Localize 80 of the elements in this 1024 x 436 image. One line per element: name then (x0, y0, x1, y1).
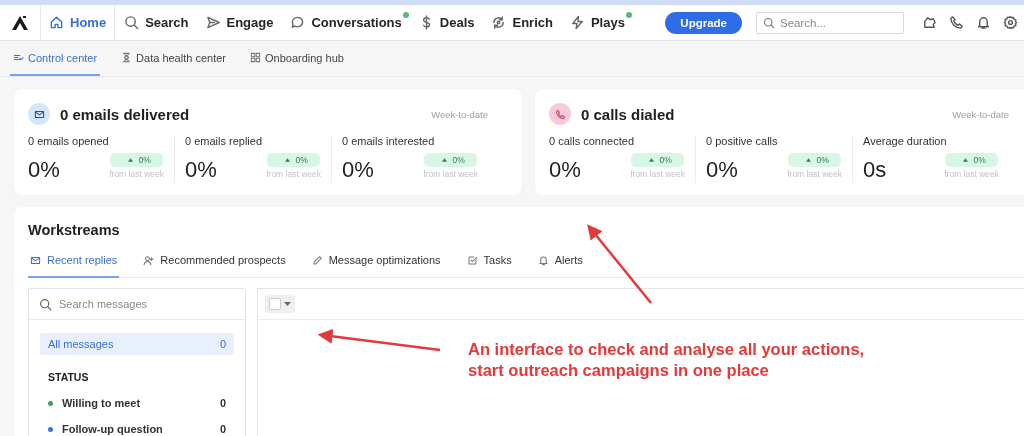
sub-tab[interactable]: Control center (10, 41, 101, 76)
mail-icon (33, 108, 45, 120)
sub-tab[interactable]: Data health center (118, 41, 229, 76)
bell-icon (537, 254, 549, 266)
annotation-text: An interface to check and analyse all your actions, (468, 339, 865, 360)
period-label: Week-to-date (952, 108, 1009, 120)
nav-tab[interactable]: Deals (410, 5, 483, 40)
section-heading: STATUS (48, 371, 90, 383)
notification-dot (625, 12, 632, 18)
workstream-tab[interactable]: Recent replies (28, 254, 120, 278)
metric-label: 0 emails interested (342, 135, 436, 147)
refresh-icon (491, 15, 507, 30)
change-badge: 0% (267, 153, 320, 167)
metric-label: 0 emails replied (185, 135, 264, 147)
logo-icon[interactable] (11, 14, 29, 31)
status-count: 0 (219, 397, 226, 409)
change-badge: 0% (110, 153, 163, 167)
nav-tab[interactable]: Engage (197, 5, 282, 40)
nav-tab[interactable]: Home (40, 5, 116, 40)
metric-label: 0 emails opened (28, 135, 110, 147)
period-label: Week-to-date (431, 108, 488, 120)
metric-label: 0 calls connected (549, 135, 635, 147)
bell-icon (976, 15, 991, 30)
workstream-tab[interactable]: Message optimizations (309, 254, 443, 278)
nav-tab[interactable]: Enrich (483, 5, 561, 40)
up-triangle-icon (442, 158, 448, 162)
status-count: 0 (219, 423, 226, 435)
metric-value: 0% (185, 157, 217, 183)
hourglass-icon (121, 52, 133, 63)
lightning-icon (569, 15, 585, 30)
select-all-dropdown[interactable] (265, 295, 295, 313)
up-triangle-icon (963, 158, 969, 162)
search-icon (124, 15, 140, 30)
home-icon (49, 15, 64, 30)
settings-icon (1003, 15, 1018, 30)
workstream-tab[interactable]: Tasks (464, 254, 514, 278)
nav-tab[interactable]: Search (116, 5, 197, 40)
mail-icon (30, 254, 41, 266)
change-badge: 0% (788, 153, 841, 167)
checkbox[interactable] (269, 298, 281, 310)
checkbox-icon (466, 254, 478, 266)
search-field[interactable]: Search... (756, 11, 904, 34)
card-title: 0 calls dialed (581, 105, 676, 123)
caret-icon (284, 302, 291, 306)
search-field[interactable]: Search messages (29, 289, 245, 320)
metric-label: Average duration (863, 135, 948, 147)
person-add-icon (143, 254, 155, 266)
upgrade-button[interactable]: Upgrade (665, 11, 742, 34)
status-label[interactable]: Follow-up question (62, 423, 220, 435)
grid-icon (250, 52, 261, 63)
workstream-tab[interactable]: Recommended prospects (141, 254, 288, 278)
change-badge: 0% (945, 153, 998, 167)
list-icon (13, 52, 24, 63)
metric-value: 0s (863, 157, 887, 183)
pencil-icon (311, 254, 323, 266)
section-title: Workstreams (28, 222, 120, 238)
phone-icon (949, 15, 964, 30)
up-triangle-icon (649, 158, 655, 162)
metric-value: 0% (342, 157, 374, 183)
change-badge: 0% (424, 153, 477, 167)
filter-item[interactable]: All messages 0 (40, 333, 234, 355)
status-label[interactable]: Willing to meet (62, 397, 220, 409)
chat-bubble-icon (290, 15, 306, 30)
up-triangle-icon (128, 158, 134, 162)
metric-value: 0% (28, 157, 60, 183)
nav-tab[interactable]: Conversations (282, 5, 410, 40)
up-triangle-icon (285, 158, 291, 162)
card-title: 0 emails delivered (60, 105, 191, 123)
up-triangle-icon (806, 158, 812, 162)
sub-tab[interactable]: Onboarding hub (247, 41, 347, 76)
change-badge: 0% (631, 153, 684, 167)
metric-value: 0% (549, 157, 581, 183)
notification-dot (402, 12, 409, 18)
send-icon (205, 15, 221, 30)
nav-tab[interactable]: Plays (561, 5, 633, 40)
metric-label: 0 positive calls (706, 135, 779, 147)
metric-value: 0% (706, 157, 738, 183)
phone-icon (554, 108, 566, 120)
annotation-text: start outreach campaigns in one place (468, 360, 770, 381)
workstream-tab[interactable]: Alerts (535, 254, 585, 278)
